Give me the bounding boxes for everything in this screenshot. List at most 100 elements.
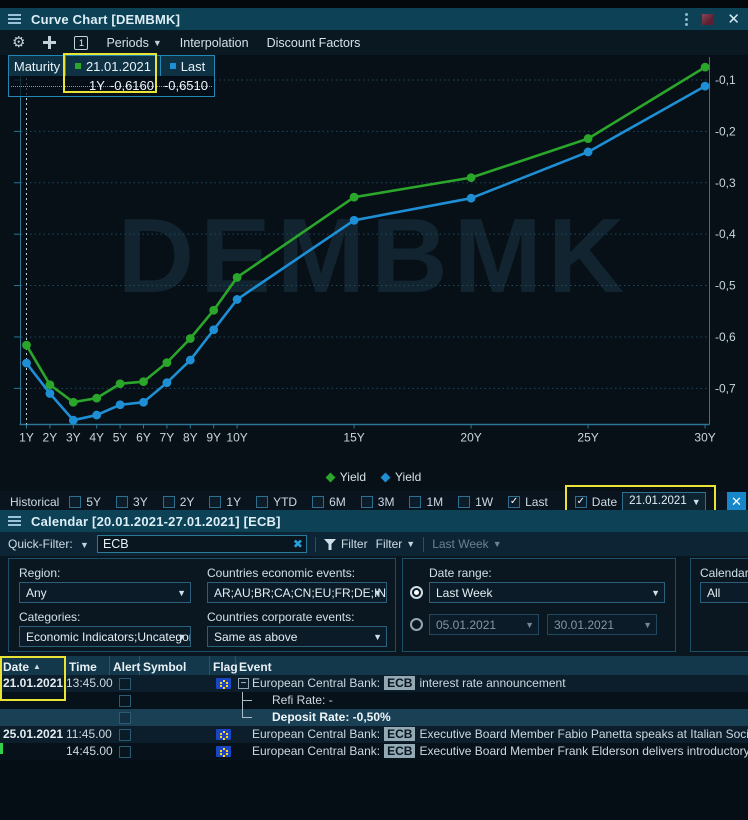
- alert-checkbox[interactable]: [119, 729, 131, 741]
- historical-option-ytd: YTD: [256, 495, 297, 509]
- checkbox[interactable]: [458, 496, 470, 508]
- checkbox-label: Last: [525, 495, 548, 509]
- date-checkbox[interactable]: ✓: [575, 496, 587, 508]
- eu-flag-icon: [216, 678, 231, 689]
- alert-checkbox[interactable]: [119, 678, 131, 690]
- date-from-select[interactable]: 05.01.2021▼: [429, 614, 539, 635]
- checkbox[interactable]: [69, 496, 81, 508]
- filter-button[interactable]: Filter: [324, 537, 368, 551]
- x-axis-tick-label: 9Y: [206, 431, 221, 445]
- alert-checkbox[interactable]: [119, 746, 131, 758]
- alert-cell: [110, 743, 140, 760]
- event-cell: Deposit Rate: -0,50%: [236, 709, 748, 726]
- quick-filter-input[interactable]: ECB ✖: [97, 535, 307, 553]
- event-detail-text: Deposit Rate: -0,50%: [252, 710, 391, 724]
- date-range-preset-radio[interactable]: [410, 586, 423, 599]
- checkbox[interactable]: [163, 496, 175, 508]
- layout-page-icon[interactable]: 1: [74, 36, 88, 50]
- legend-item[interactable]: Yield: [327, 470, 366, 484]
- screen: Curve Chart [DEMBMK] ✕ ⚙ 1 Periods▼ Inte…: [0, 0, 748, 820]
- column-header-time[interactable]: Time: [66, 656, 110, 675]
- table-row[interactable]: 25.01.202111:45.00European Central Bank:…: [0, 726, 748, 743]
- yield-curve-svg[interactable]: -0,1-0,2-0,3-0,4-0,5-0,6-0,71Y2Y3Y4Y5Y6Y…: [0, 55, 748, 463]
- historical-option-last: ✓ Last: [508, 495, 548, 509]
- tooltip-maturity-value: 1Y: [89, 78, 105, 93]
- x-axis-tick-label: 2Y: [43, 431, 58, 445]
- checkbox-label: 1M: [426, 495, 443, 509]
- table-row[interactable]: 14:45.00 European Central Bank:ECBExecuti…: [0, 743, 748, 760]
- checkbox[interactable]: [209, 496, 221, 508]
- window-dock-icon[interactable]: [702, 14, 713, 25]
- chevron-down-icon: ▼: [153, 38, 162, 48]
- more-options-icon[interactable]: [685, 18, 688, 21]
- checkbox-label: 1Y: [226, 495, 241, 509]
- alert-cell: [110, 726, 140, 743]
- historical-bar-close-button[interactable]: ✕: [727, 492, 746, 511]
- checkbox[interactable]: [409, 496, 421, 508]
- legend-label: Yield: [340, 470, 366, 484]
- filter-menu[interactable]: Filter▼: [376, 537, 416, 551]
- countries-econ-select[interactable]: AR;AU;BR;CA;CN;EU;FR;DE;IN;▼: [207, 582, 387, 603]
- historical-option-1y: 1Y: [209, 495, 241, 509]
- event-text: European Central Bank:: [252, 744, 380, 758]
- event-cell: European Central Bank:ECBExecutive Board…: [236, 743, 748, 760]
- interpolation-button[interactable]: Interpolation: [180, 36, 249, 50]
- calendar-source-panel: Calendar source: All: [690, 558, 748, 652]
- alert-cell: [110, 675, 140, 692]
- column-header-event[interactable]: Event: [236, 656, 748, 675]
- event-text: Executive Board Member Frank Elderson de…: [419, 744, 748, 758]
- alert-checkbox[interactable]: [119, 695, 131, 707]
- x-axis-tick-label: 6Y: [136, 431, 151, 445]
- alert-checkbox[interactable]: [119, 712, 131, 724]
- settings-gear-icon[interactable]: ⚙: [12, 35, 25, 50]
- menu-icon[interactable]: [8, 516, 21, 518]
- historical-option-6m: 6M: [312, 495, 346, 509]
- table-row[interactable]: 21.01.202113:45.00−European Central Bank…: [0, 675, 748, 692]
- clear-filter-icon[interactable]: ✖: [293, 537, 303, 551]
- date-range-custom-radio[interactable]: [410, 618, 423, 631]
- calendar-source-select[interactable]: All: [700, 582, 748, 603]
- checkbox[interactable]: [312, 496, 324, 508]
- region-select[interactable]: Any▼: [19, 582, 191, 603]
- date-range-select[interactable]: Last Week▼: [429, 582, 665, 603]
- legend-item[interactable]: Yield: [382, 470, 421, 484]
- x-axis-tick-label: 4Y: [89, 431, 104, 445]
- table-row[interactable]: Refi Rate: -: [0, 692, 748, 709]
- column-header-label: Symbol: [143, 660, 186, 674]
- checkbox[interactable]: [256, 496, 268, 508]
- table-row[interactable]: Deposit Rate: -0,50%: [0, 709, 748, 726]
- y-axis-tick-label: -0,4: [715, 227, 736, 241]
- column-header-date[interactable]: Date▲: [0, 656, 66, 675]
- range-menu[interactable]: Last Week▼: [432, 537, 501, 551]
- column-header-flag[interactable]: Flag: [210, 656, 236, 675]
- curve-date-select[interactable]: 21.01.2021▼: [622, 492, 706, 512]
- checkbox-label: 2Y: [180, 495, 195, 509]
- close-icon[interactable]: ✕: [727, 14, 740, 25]
- tooltip-date-header: 21.01.2021: [66, 56, 161, 76]
- countries-corp-select[interactable]: Same as above▼: [207, 626, 387, 647]
- historical-label: Historical: [10, 495, 59, 509]
- column-header-symbol[interactable]: Symbol: [140, 656, 210, 675]
- column-header-alert[interactable]: Alert: [110, 656, 140, 675]
- historical-option-1m: 1M: [409, 495, 443, 509]
- checkbox[interactable]: [116, 496, 128, 508]
- calendar-titlebar: Calendar [20.01.2021-27.01.2021] [ECB]: [0, 510, 748, 532]
- eu-flag-icon: [216, 729, 231, 740]
- checkbox[interactable]: ✓: [508, 496, 520, 508]
- chevron-down-icon: ▼: [80, 540, 89, 550]
- categories-select[interactable]: Economic Indicators;Uncategoriz▼: [19, 626, 191, 647]
- menu-icon[interactable]: [8, 14, 21, 16]
- symbol-cell: [140, 709, 210, 726]
- date-to-select[interactable]: 30.01.2021▼: [547, 614, 657, 635]
- periods-menu[interactable]: Periods▼: [106, 36, 161, 50]
- discount-factors-button[interactable]: Discount Factors: [267, 36, 361, 50]
- time-cell: 14:45.00: [66, 743, 110, 760]
- collapse-expander-icon[interactable]: −: [238, 678, 249, 689]
- categories-label: Categories:: [19, 610, 80, 624]
- add-icon[interactable]: [43, 36, 56, 49]
- y-axis-tick-label: -0,2: [715, 124, 736, 138]
- curve-window-titlebar: Curve Chart [DEMBMK] ✕: [0, 8, 748, 30]
- checkbox[interactable]: [361, 496, 373, 508]
- date-cell: 21.01.2021: [0, 675, 66, 692]
- y-axis-tick-label: -0,6: [715, 330, 736, 344]
